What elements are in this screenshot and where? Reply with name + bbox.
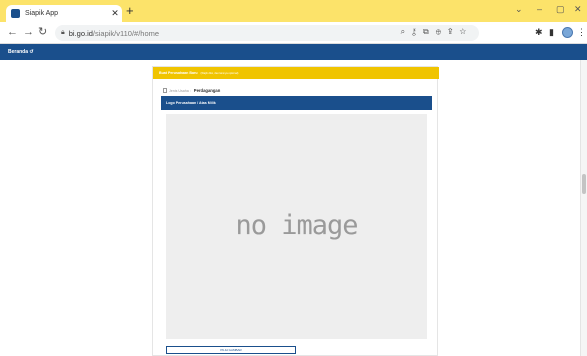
new-tab-button[interactable]: +: [126, 4, 134, 18]
app-favicon-icon: [11, 9, 20, 18]
url-host: bi.go.id: [68, 28, 93, 38]
extensions-puzzle-icon[interactable]: ✱: [535, 27, 543, 38]
card-subtitle: (Wajib diisi, dan lainnya optional): [200, 71, 239, 75]
beranda-link[interactable]: Beranda ↺: [8, 49, 34, 55]
lock-icon: 🔒︎: [61, 29, 65, 36]
close-window-button[interactable]: ✕: [574, 4, 582, 15]
page-scrollbar[interactable]: [580, 60, 587, 356]
document-icon: [163, 88, 167, 93]
kebab-menu-icon[interactable]: ⋮: [577, 27, 586, 38]
forward-arrow-icon[interactable]: →: [23, 26, 34, 39]
minimize-button[interactable]: –: [537, 4, 542, 14]
business-type-label: Jenis Usaha :: [169, 88, 191, 93]
logo-section-header: Logo Perusahaan / Atas Milik: [161, 96, 432, 110]
side-panel-icon[interactable]: ▮: [549, 27, 554, 38]
url-text: bi.go.id/siapik/v110/#/home: [69, 29, 159, 38]
browser-toolbar: ← → ↻ 🔒︎ bi.go.id/siapik/v110/#/home ⌕⚷⧉…: [0, 22, 587, 44]
tab-close-icon[interactable]: ✕: [108, 8, 122, 19]
back-arrow-icon[interactable]: ←: [7, 26, 18, 39]
card-title: Buat Perusahaan Baru: [159, 71, 198, 75]
no-image-text: no image: [235, 210, 358, 241]
business-type-value: Perdagangan: [193, 88, 221, 93]
url-path: /siapik/v110/#/home: [92, 28, 160, 38]
logo-image-placeholder: no image: [166, 114, 427, 339]
choose-image-label: PILIH GAMBAR: [220, 348, 242, 352]
app-navbar: Beranda ↺: [0, 44, 587, 60]
card-header: Buat Perusahaan Baru (Wajib diisi, dan l…: [153, 67, 439, 79]
scrollbar-thumb[interactable]: [582, 174, 586, 194]
company-form-card: Buat Perusahaan Baru (Wajib diisi, dan l…: [152, 66, 439, 356]
profile-avatar[interactable]: [562, 27, 573, 38]
choose-image-button[interactable]: PILIH GAMBAR: [166, 346, 296, 354]
tab-title: Siapik App: [25, 10, 59, 17]
business-type-row: Jenis Usaha : Perdagangan: [163, 88, 220, 93]
maximize-button[interactable]: ▢: [556, 4, 565, 15]
browser-tabstrip: Siapik App ✕ + ⌄ – ▢ ✕: [0, 0, 587, 22]
reload-icon[interactable]: ↻: [38, 26, 47, 39]
address-bar[interactable]: 🔒︎ bi.go.id/siapik/v110/#/home ⌕⚷⧉⊕⇪☆: [55, 25, 479, 41]
address-bar-actions[interactable]: ⌕⚷⧉⊕⇪☆: [401, 27, 473, 37]
tab-search-icon[interactable]: ⌄: [515, 4, 523, 15]
logo-section-title: Logo Perusahaan / Atas Milik: [166, 101, 216, 105]
browser-tab[interactable]: Siapik App ✕: [6, 5, 122, 22]
